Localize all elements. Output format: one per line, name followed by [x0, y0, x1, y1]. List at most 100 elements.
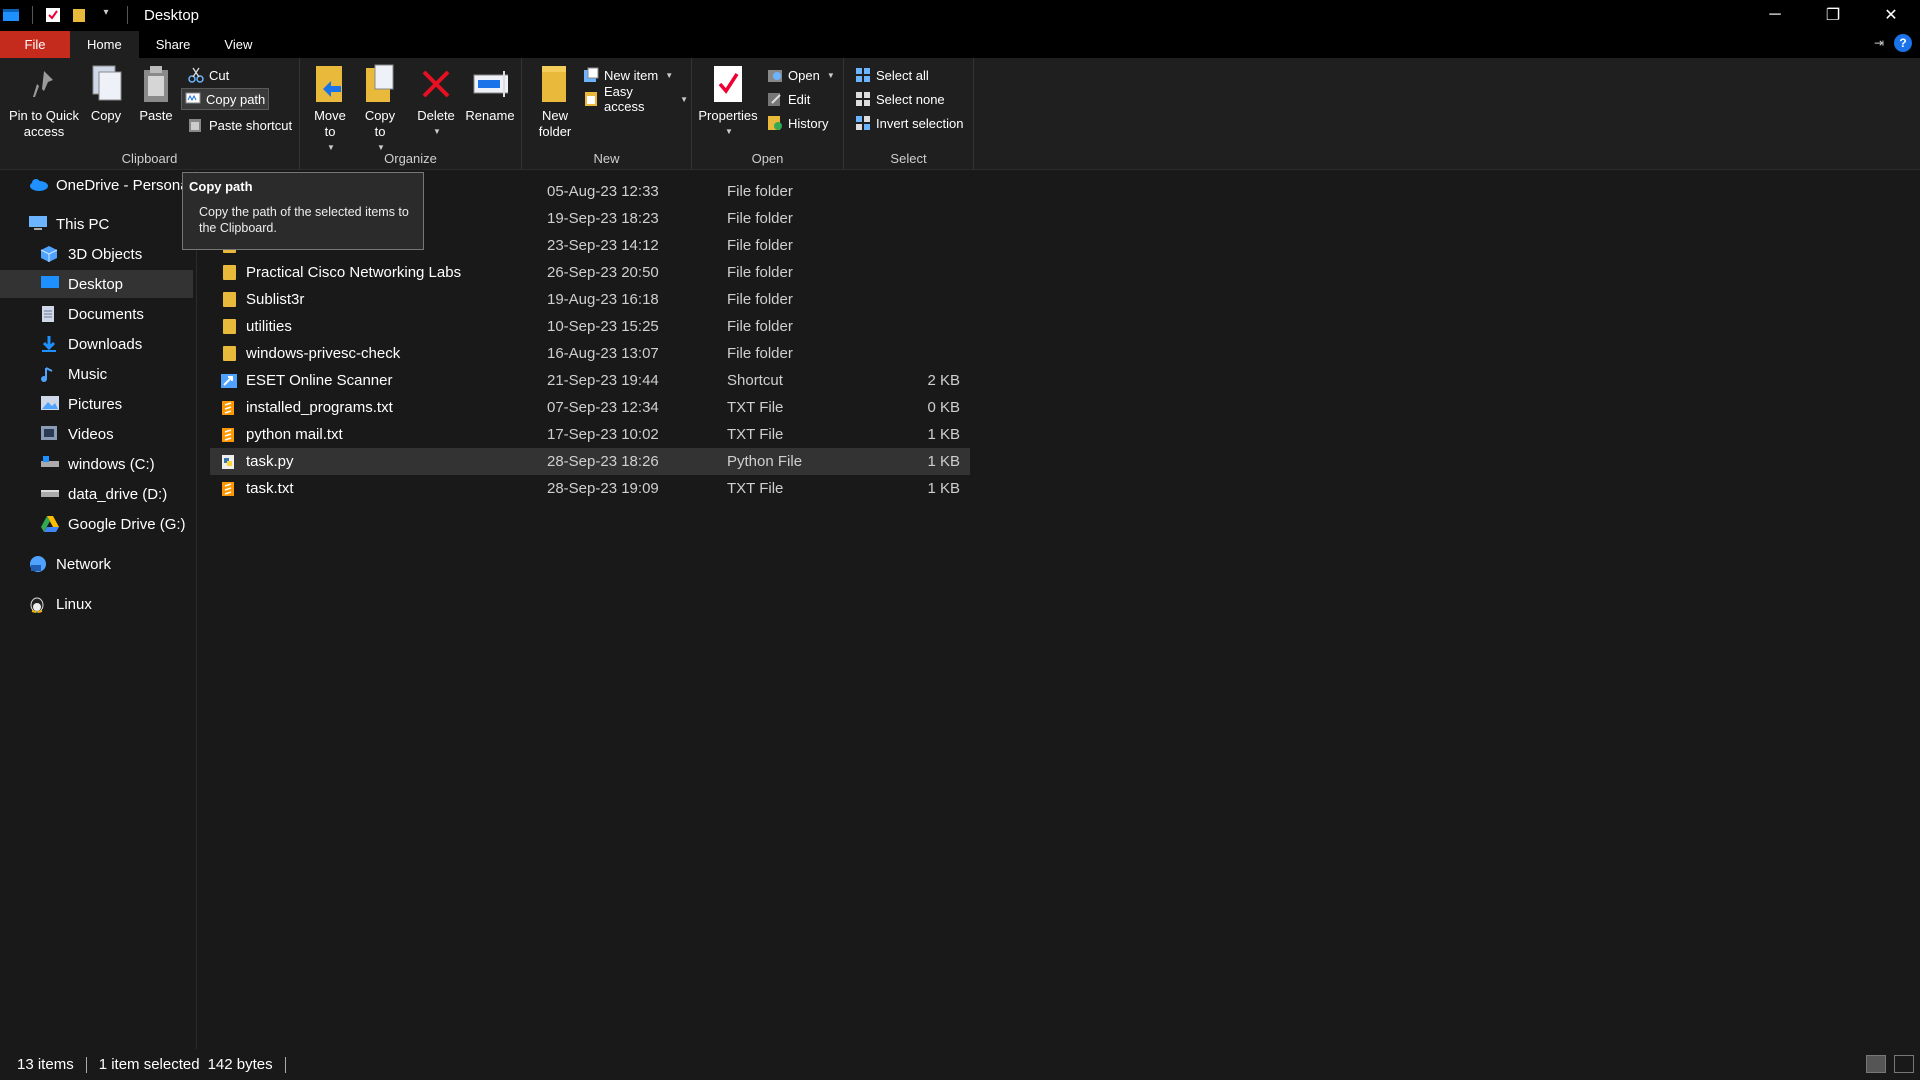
nav-item-windows-c[interactable]: windows (C:) — [40, 450, 233, 478]
history-button[interactable]: History — [764, 112, 831, 134]
chevron-down-icon: ▼ — [665, 70, 674, 80]
divider — [32, 6, 33, 24]
copy-path-icon — [185, 91, 201, 107]
file-name: task.py — [246, 453, 294, 470]
drive-icon — [40, 485, 60, 503]
edit-button[interactable]: Edit — [764, 88, 813, 110]
new-item-button[interactable]: New item ▼ — [580, 64, 676, 86]
chevron-down-icon: ▼ — [725, 127, 733, 136]
ribbon: Pin to Quick access Copy Paste Cut Copy … — [0, 58, 1920, 170]
edit-label: Edit — [788, 91, 811, 107]
paste-button[interactable]: Paste — [134, 64, 178, 124]
nav-item-label: windows (C:) — [68, 455, 155, 473]
file-date: 05-Aug-23 12:33 — [547, 183, 659, 200]
pin-ribbon-icon[interactable]: ⇥ — [1874, 36, 1884, 50]
file-type: File folder — [727, 291, 793, 308]
new-item-icon — [583, 67, 599, 83]
paste-label: Paste — [139, 108, 173, 123]
open-button[interactable]: Open ▼ — [764, 64, 838, 86]
divider — [85, 1056, 87, 1073]
customize-toolbar-chevron-icon[interactable]: ▾ — [97, 7, 115, 23]
cut-label: Cut — [209, 67, 230, 83]
nav-item-pictures[interactable]: Pictures — [40, 390, 233, 418]
copy-to-icon — [362, 64, 398, 104]
clipboard-group: Pin to Quick access Copy Paste Cut Copy … — [0, 58, 300, 170]
nav-item-linux[interactable]: Linux — [28, 590, 221, 618]
large-icons-view-icon[interactable] — [1894, 1055, 1914, 1073]
help-icon[interactable]: ? — [1894, 34, 1912, 52]
file-row[interactable]: task.txt 28-Sep-23 19:09 TXT File 1 KB — [210, 475, 970, 502]
tab-share[interactable]: Share — [139, 31, 208, 58]
file-type: File folder — [727, 318, 793, 335]
minimize-button[interactable]: ─ — [1746, 0, 1804, 30]
move-to-button[interactable]: Move to ▼ — [308, 64, 352, 156]
file-row[interactable]: python mail.txt 17-Sep-23 10:02 TXT File… — [210, 421, 970, 448]
file-row[interactable]: installed_programs.txt 07-Sep-23 12:34 T… — [210, 394, 970, 421]
pictures-icon — [40, 395, 60, 413]
properties-quick-icon[interactable] — [45, 7, 63, 23]
restore-button[interactable]: ❐ — [1804, 0, 1862, 30]
sublime-file-icon — [220, 400, 238, 416]
tab-home[interactable]: Home — [70, 31, 139, 58]
delete-button[interactable]: Delete ▼ — [414, 64, 458, 140]
select-none-button[interactable]: Select none — [852, 88, 948, 110]
file-size: 1 KB — [927, 426, 960, 443]
file-row[interactable]: Practical Cisco Networking Labs 26-Sep-2… — [210, 259, 970, 286]
details-view-icon[interactable] — [1866, 1055, 1886, 1073]
file-name: Sublist3r — [246, 291, 305, 308]
easy-access-icon — [583, 91, 599, 107]
nav-item-data-drive-d[interactable]: data_drive (D:) — [40, 480, 233, 508]
nav-item-music[interactable]: Music — [40, 360, 233, 388]
tooltip-text: Copy the path of the selected items to t… — [199, 205, 409, 235]
nav-item-label: Desktop — [68, 275, 124, 293]
organize-group: Move to ▼ Copy to ▼ Delete ▼ Rename Orga… — [300, 58, 522, 170]
properties-button[interactable]: Properties ▼ — [696, 64, 760, 140]
file-date: 19-Sep-23 18:23 — [547, 210, 659, 227]
new-folder-button[interactable]: New folder — [530, 64, 580, 140]
open-icon — [767, 67, 783, 83]
easy-access-button[interactable]: Easy access ▼ — [580, 84, 691, 114]
copy-to-button[interactable]: Copy to ▼ — [358, 64, 402, 156]
nav-item-network[interactable]: Network — [28, 550, 221, 578]
file-size: 0 KB — [927, 399, 960, 416]
file-row[interactable]: windows-privesc-check 16-Aug-23 13:07 Fi… — [210, 340, 970, 367]
nav-item-documents[interactable]: Documents — [40, 300, 233, 328]
close-button[interactable]: ✕ — [1862, 0, 1920, 30]
selection-size: 142 bytes — [207, 1056, 273, 1073]
drive-icon — [40, 455, 60, 473]
file-type: TXT File — [727, 480, 784, 497]
file-date: 10-Sep-23 15:25 — [547, 318, 659, 335]
file-row[interactable]: ESET Online Scanner 21-Sep-23 19:44 Shor… — [210, 367, 970, 394]
window-title: Desktop — [144, 6, 200, 24]
python-file-icon — [220, 454, 238, 470]
select-all-icon — [855, 67, 871, 83]
copy-path-button[interactable]: Copy path — [181, 88, 270, 110]
view-toggles — [1866, 1055, 1914, 1073]
file-row-selected[interactable]: task.py 28-Sep-23 18:26 Python File 1 KB — [210, 448, 970, 475]
nav-item-label: Linux — [56, 595, 92, 613]
tab-view[interactable]: View — [207, 31, 269, 58]
invert-selection-button[interactable]: Invert selection — [852, 112, 966, 134]
new-folder-quick-icon[interactable] — [71, 7, 89, 23]
pin-to-quick-access-button[interactable]: Pin to Quick access — [6, 64, 82, 140]
copy-button[interactable]: Copy — [84, 64, 128, 124]
nav-item-videos[interactable]: Videos — [40, 420, 233, 448]
file-row[interactable]: utilities 10-Sep-23 15:25 File folder — [210, 313, 970, 340]
cut-button[interactable]: Cut — [185, 64, 232, 86]
tab-file[interactable]: File — [0, 31, 70, 58]
rename-button[interactable]: Rename — [464, 64, 516, 124]
file-size: 1 KB — [927, 480, 960, 497]
paste-shortcut-button[interactable]: Paste shortcut — [185, 114, 295, 136]
copy-to-label: Copy to — [364, 108, 396, 139]
pin-icon — [26, 64, 62, 104]
select-all-button[interactable]: Select all — [852, 64, 932, 86]
nav-item-label: Google Drive (G:) — [68, 515, 186, 533]
nav-item-google-drive-g[interactable]: Google Drive (G:) — [40, 510, 233, 538]
nav-item-downloads[interactable]: Downloads — [40, 330, 233, 358]
move-to-label: Move to — [314, 108, 346, 139]
file-type: File folder — [727, 264, 793, 281]
open-label: Open — [788, 67, 820, 83]
new-item-label: New item — [604, 67, 659, 83]
nav-item-desktop[interactable]: Desktop — [0, 270, 193, 298]
file-row[interactable]: Sublist3r 19-Aug-23 16:18 File folder — [210, 286, 970, 313]
